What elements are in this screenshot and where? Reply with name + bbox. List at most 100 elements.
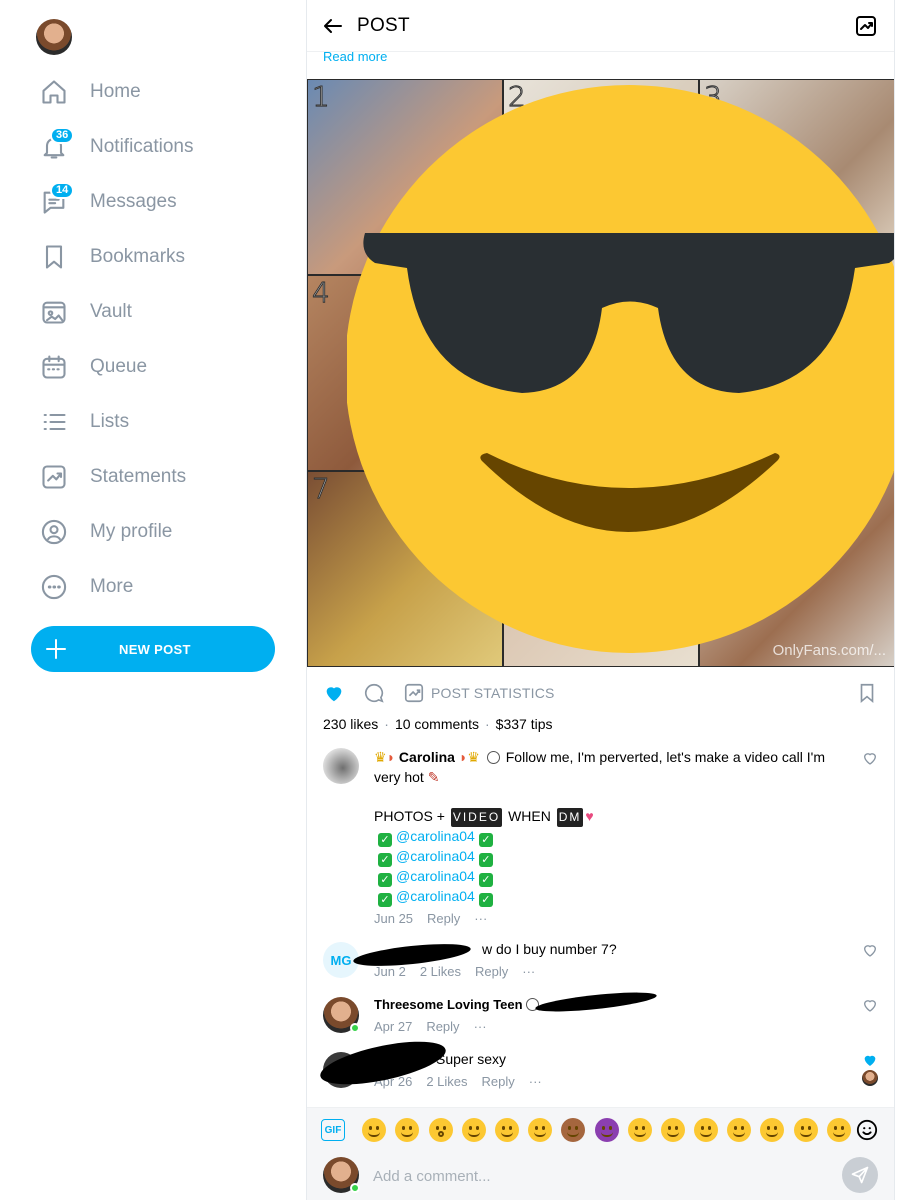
heart-outline-icon bbox=[863, 1000, 877, 1012]
comment-more-button[interactable]: ··· bbox=[474, 1019, 487, 1034]
tips-amount: $337 tips bbox=[495, 716, 553, 732]
mention-link[interactable]: @carolina04 bbox=[396, 888, 475, 904]
plus-icon bbox=[45, 638, 67, 660]
post-header: POST bbox=[307, 0, 894, 52]
commenter-name[interactable]: Threesome Loving Teen bbox=[374, 997, 523, 1012]
big-smile-face-icon[interactable] bbox=[727, 1118, 752, 1142]
comment-likes[interactable]: 2 Likes bbox=[426, 1074, 467, 1089]
heart-icon: ♥ bbox=[585, 807, 594, 824]
new-post-button[interactable]: NEW POST bbox=[31, 626, 275, 672]
sidebar-item-vault[interactable]: Vault bbox=[38, 284, 288, 339]
sidebar-item-label: Vault bbox=[90, 300, 132, 322]
tears-of-joy-face-icon[interactable] bbox=[694, 1118, 719, 1142]
comment-date: Jun 25 bbox=[374, 911, 414, 927]
sunglasses-face-icon[interactable] bbox=[528, 1118, 553, 1142]
likes-count[interactable]: 230 likes bbox=[323, 716, 378, 732]
message-icon: 14 bbox=[38, 181, 75, 218]
mention-link[interactable]: @carolina04 bbox=[396, 868, 475, 884]
mention-link[interactable]: @carolina04 bbox=[396, 848, 475, 864]
comment-more-button[interactable]: ··· bbox=[529, 1074, 542, 1089]
sidebar-item-messages[interactable]: 14 Messages bbox=[38, 174, 288, 229]
sidebar: Home 36 Notifications 14 Messages Bookma… bbox=[0, 0, 306, 1200]
tongue-wink-face-icon[interactable] bbox=[494, 1118, 519, 1142]
sidebar-item-queue[interactable]: Queue bbox=[38, 339, 288, 394]
check-icon: ✓ bbox=[478, 853, 493, 868]
comment-input[interactable] bbox=[373, 1161, 813, 1191]
sidebar-item-my-profile[interactable]: My profile bbox=[38, 504, 288, 559]
check-icon: ✓ bbox=[378, 873, 392, 888]
comment-icon bbox=[365, 683, 384, 703]
see-no-evil-monkey-icon[interactable] bbox=[561, 1118, 586, 1142]
comment-like-button[interactable] bbox=[862, 1052, 878, 1068]
post-media[interactable]: 1 2 3 4 7 OnlyFans.com/... bbox=[307, 79, 894, 667]
grin-face-icon[interactable] bbox=[760, 1118, 785, 1142]
like-button[interactable] bbox=[323, 678, 345, 708]
reply-button[interactable]: Reply bbox=[482, 1074, 515, 1089]
tile-number: 1 bbox=[312, 80, 331, 114]
statistics-icon[interactable] bbox=[854, 14, 878, 38]
back-arrow-icon[interactable] bbox=[321, 14, 345, 38]
statistics-icon bbox=[404, 683, 424, 703]
sunglasses-emoji-overlay bbox=[347, 85, 894, 653]
comment-text: Super sexy bbox=[436, 1051, 507, 1067]
reply-button[interactable]: Reply bbox=[475, 964, 508, 979]
post-statistics-button[interactable]: POST STATISTICS bbox=[403, 678, 555, 708]
bell-icon: 36 bbox=[38, 126, 75, 163]
sidebar-item-notifications[interactable]: 36 Notifications bbox=[38, 119, 288, 174]
sidebar-item-label: Statements bbox=[90, 465, 187, 487]
messages-badge: 14 bbox=[50, 181, 75, 199]
comment-like-button[interactable] bbox=[862, 942, 878, 958]
heart-outline-icon bbox=[863, 945, 877, 957]
gif-button[interactable]: GIF bbox=[321, 1119, 345, 1141]
emoji-bar: GIF bbox=[307, 1107, 894, 1152]
comment-body: ♛◗ Carolina ◗♛ Follow me, I'm perverted,… bbox=[374, 749, 825, 927]
sidebar-item-statements[interactable]: Statements bbox=[38, 449, 288, 504]
avatar[interactable] bbox=[36, 19, 72, 55]
sidebar-item-home[interactable]: Home bbox=[38, 64, 288, 119]
beaming-face-icon[interactable] bbox=[660, 1118, 685, 1142]
sidebar-item-bookmarks[interactable]: Bookmarks bbox=[38, 229, 288, 284]
send-button[interactable] bbox=[842, 1157, 878, 1193]
tired-face-icon[interactable] bbox=[362, 1118, 387, 1142]
bookmark-button[interactable] bbox=[856, 678, 878, 708]
smiling-devil-icon[interactable] bbox=[594, 1118, 619, 1142]
emoji-picker-icon[interactable] bbox=[856, 1119, 878, 1141]
comment-more-button[interactable]: ··· bbox=[474, 911, 487, 926]
comment-text-boxed: VIDEO bbox=[450, 807, 503, 828]
comment-more-button[interactable]: ··· bbox=[522, 964, 535, 979]
avatar[interactable] bbox=[323, 748, 359, 784]
sidebar-nav: Home 36 Notifications 14 Messages Bookma… bbox=[38, 64, 288, 614]
new-post-label: NEW POST bbox=[119, 641, 191, 657]
kissing-face-icon[interactable] bbox=[461, 1118, 486, 1142]
comment-likes[interactable]: 2 Likes bbox=[420, 964, 461, 979]
squinting-face-icon[interactable] bbox=[826, 1118, 851, 1142]
vault-icon bbox=[38, 296, 70, 328]
sidebar-item-label: Bookmarks bbox=[90, 245, 186, 267]
reply-button[interactable]: Reply bbox=[426, 1019, 459, 1034]
sidebar-item-lists[interactable]: Lists bbox=[38, 394, 288, 449]
reply-button[interactable]: Reply bbox=[427, 911, 460, 926]
comment-like-button[interactable] bbox=[862, 997, 878, 1013]
comment-button[interactable] bbox=[363, 678, 385, 708]
grinning-face-icon[interactable] bbox=[627, 1118, 652, 1142]
comment-like-button[interactable] bbox=[862, 750, 878, 766]
heart-filled-icon bbox=[326, 687, 342, 702]
profile-icon bbox=[38, 516, 70, 548]
bookmark-icon bbox=[860, 683, 874, 704]
online-indicator bbox=[350, 1183, 360, 1193]
sweat-smile-face-icon[interactable] bbox=[793, 1118, 818, 1142]
post-statistics-label: POST STATISTICS bbox=[431, 685, 555, 701]
mention-link[interactable]: @carolina04 bbox=[396, 828, 475, 844]
sidebar-item-more[interactable]: More bbox=[38, 559, 288, 614]
verified-icon bbox=[486, 751, 500, 764]
comments-count[interactable]: 10 comments bbox=[395, 716, 479, 732]
tile-number: 7 bbox=[312, 472, 331, 506]
comment-text: WHEN bbox=[508, 807, 551, 824]
commenter-name[interactable]: Carolina bbox=[399, 749, 455, 765]
heart-outline-icon bbox=[863, 753, 877, 765]
hushed-face-icon[interactable] bbox=[428, 1118, 453, 1142]
weary-face-icon[interactable] bbox=[395, 1118, 420, 1142]
page-title: POST bbox=[357, 14, 410, 36]
avatar[interactable] bbox=[323, 997, 360, 1033]
avatar bbox=[323, 1157, 360, 1193]
